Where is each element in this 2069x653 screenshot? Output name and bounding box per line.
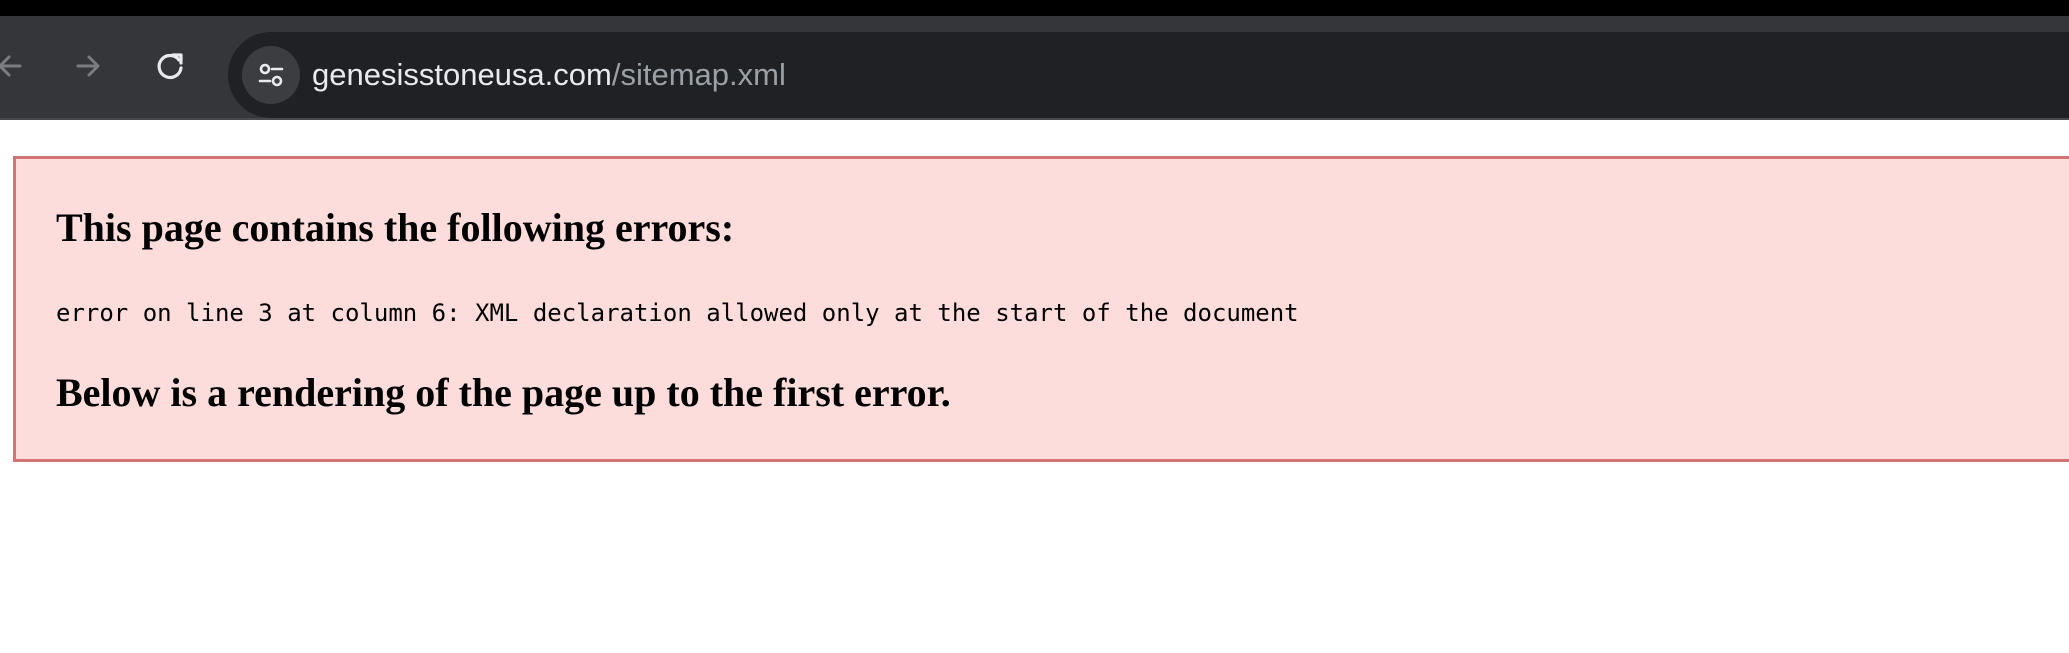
xml-error-box: This page contains the following errors:… — [13, 156, 2069, 462]
browser-toolbar: genesisstoneusa.com/sitemap.xml — [0, 16, 2069, 120]
url-path: /sitemap.xml — [611, 57, 786, 92]
arrow-right-icon — [76, 55, 100, 77]
error-message: error on line 3 at column 6: XML declara… — [56, 299, 1299, 327]
forward-button[interactable] — [66, 44, 110, 88]
reload-icon — [157, 53, 183, 80]
back-button[interactable] — [0, 44, 32, 88]
error-footer: Below is a rendering of the page up to t… — [56, 370, 951, 415]
window-top-strip — [0, 0, 2069, 16]
tune-icon — [258, 63, 284, 87]
url-host: genesisstoneusa.com — [312, 57, 612, 92]
site-info-button[interactable] — [242, 46, 300, 104]
error-title: This page contains the following errors: — [56, 205, 735, 250]
reload-button[interactable] — [148, 44, 192, 88]
arrow-left-icon — [0, 55, 22, 77]
url-text[interactable]: genesisstoneusa.com/sitemap.xml — [312, 32, 786, 118]
address-bar[interactable]: genesisstoneusa.com/sitemap.xml — [228, 32, 2069, 118]
